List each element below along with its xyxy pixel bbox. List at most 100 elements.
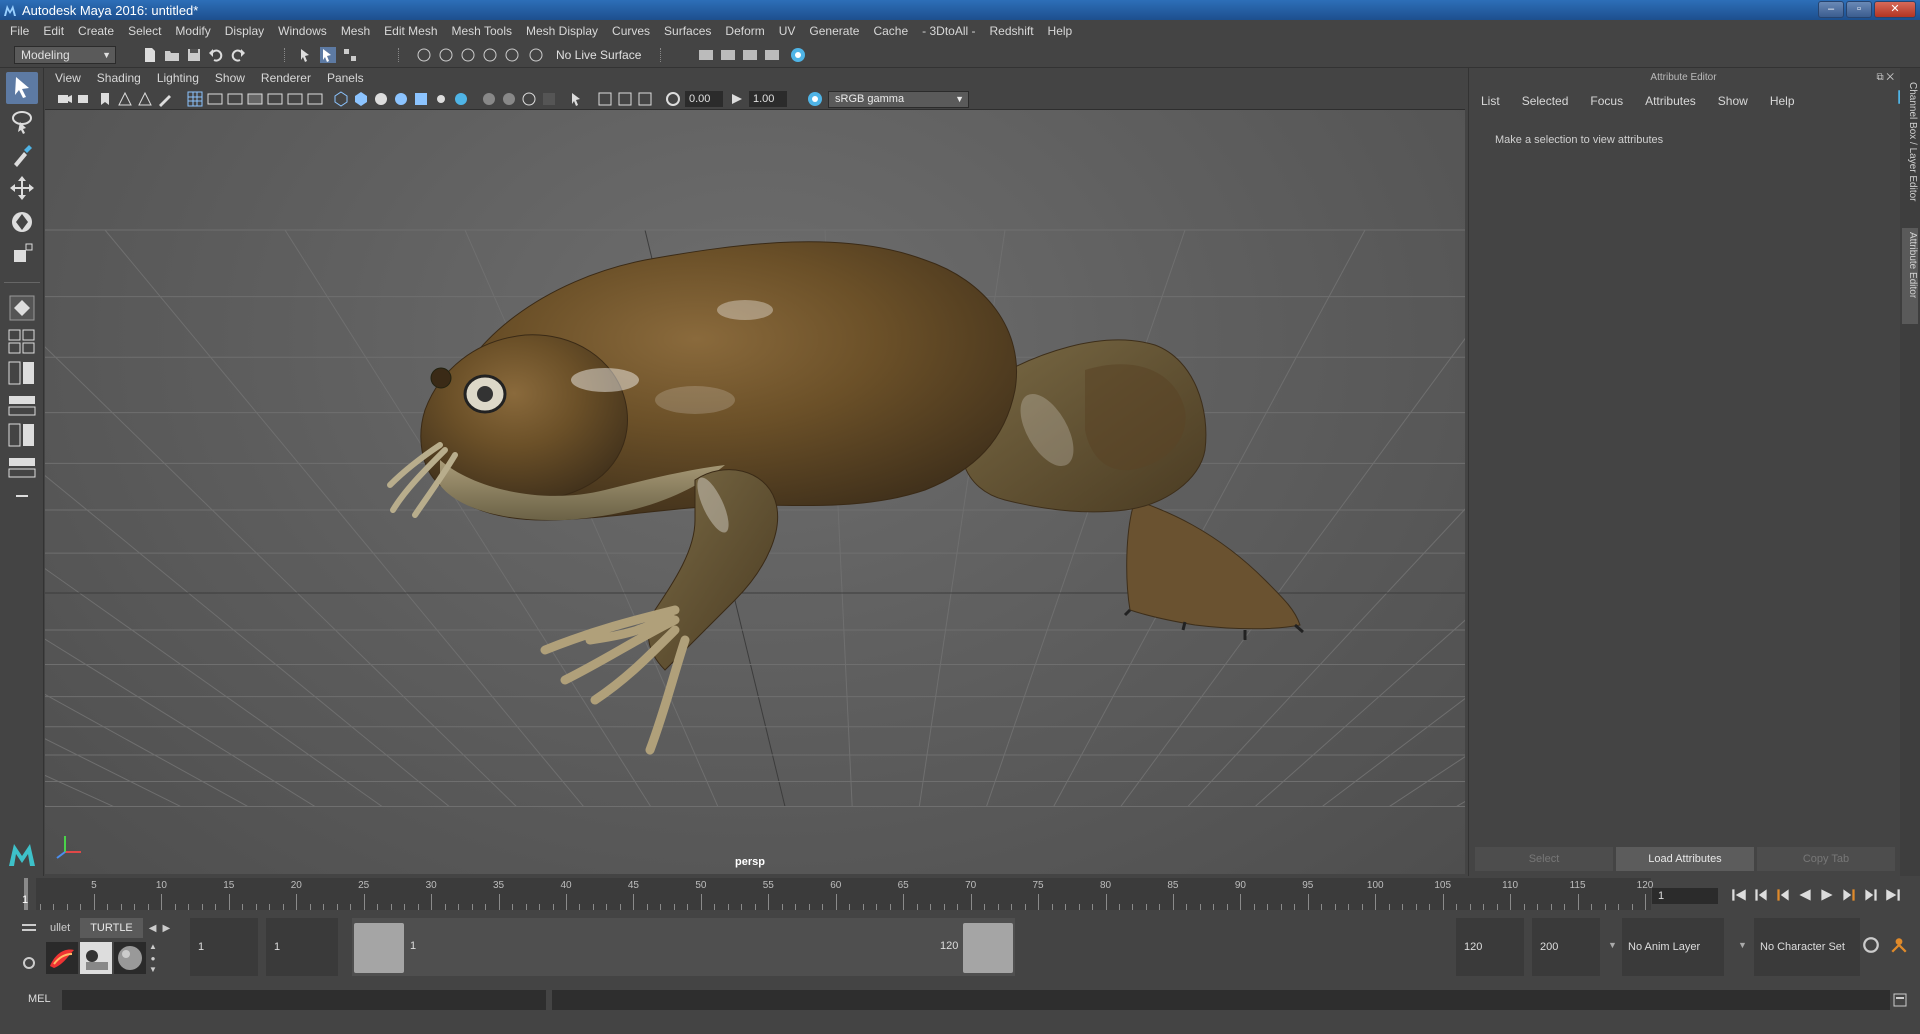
bookmark-icon[interactable] xyxy=(97,91,113,107)
snap-point-icon[interactable] xyxy=(460,47,476,63)
xray-joints-icon[interactable] xyxy=(617,91,633,107)
gate-mask-icon[interactable] xyxy=(247,91,263,107)
menu-generate[interactable]: Generate xyxy=(809,24,859,38)
ae-menu-selected[interactable]: Selected xyxy=(1522,94,1569,108)
rotate-tool-icon[interactable] xyxy=(6,206,38,238)
gamma-field[interactable]: 1.00 xyxy=(749,91,787,107)
animation-end-field[interactable]: 200 xyxy=(1532,918,1600,976)
open-scene-icon[interactable] xyxy=(164,47,180,63)
grease-pencil-icon[interactable] xyxy=(157,91,173,107)
ipr-render-icon[interactable] xyxy=(742,47,758,63)
menu-set-dropdown[interactable]: Modeling ▼ xyxy=(14,46,116,64)
panel-menu-panels[interactable]: Panels xyxy=(327,71,364,85)
range-end-handle[interactable] xyxy=(963,923,1013,973)
film-gate-icon[interactable] xyxy=(207,91,223,107)
menu-redshift[interactable]: Redshift xyxy=(990,24,1034,38)
menu-mesh-tools[interactable]: Mesh Tools xyxy=(452,24,512,38)
shelf-scroll-right-icon[interactable]: ▶ xyxy=(162,923,170,934)
image-plane-icon[interactable] xyxy=(117,91,133,107)
maximize-button[interactable]: ▫ xyxy=(1846,1,1872,18)
redo-icon[interactable] xyxy=(230,47,246,63)
use-all-lights-icon[interactable] xyxy=(433,91,449,107)
menu-curves[interactable]: Curves xyxy=(612,24,650,38)
playback-start-field[interactable]: 1 xyxy=(266,918,338,976)
menu-help[interactable]: Help xyxy=(1048,24,1073,38)
layout-outliner-icon[interactable] xyxy=(6,390,38,422)
command-input[interactable] xyxy=(62,990,546,1010)
character-set-dropdown[interactable]: No Character Set xyxy=(1754,918,1860,976)
new-scene-icon[interactable] xyxy=(142,47,158,63)
timeline-track[interactable]: 5 10 15 20 25 30 35 40 45 50 55 60 65 70 75 80 85 90 95 100… xyxy=(36,878,1653,910)
select-tool-icon[interactable] xyxy=(6,72,38,104)
menu-display[interactable]: Display xyxy=(225,24,264,38)
lasso-tool-icon[interactable] xyxy=(6,106,38,138)
select-by-hierarchy-icon[interactable] xyxy=(298,47,314,63)
camera-attributes-icon[interactable] xyxy=(77,91,93,107)
safe-action-icon[interactable] xyxy=(287,91,303,107)
menu-edit[interactable]: Edit xyxy=(43,24,64,38)
step-forward-frame-icon[interactable] xyxy=(1840,886,1858,904)
grid-toggle-icon[interactable] xyxy=(187,91,203,107)
time-slider[interactable]: 1 5 10 15 20 25 30 35 40 45 50 55 60 65 70 75 80 85 90 95 1… xyxy=(0,876,1920,912)
hypershade-icon[interactable] xyxy=(790,47,806,63)
textured-icon[interactable] xyxy=(413,91,429,107)
field-chart-icon[interactable] xyxy=(267,91,283,107)
animation-preferences-icon[interactable] xyxy=(1890,936,1908,954)
wireframe-icon[interactable] xyxy=(333,91,349,107)
menu-file[interactable]: File xyxy=(10,24,29,38)
paint-select-icon[interactable] xyxy=(6,140,38,172)
exposure-field[interactable]: 0.00 xyxy=(685,91,723,107)
layout-graph-icon[interactable] xyxy=(6,420,38,452)
screen-space-ao-icon[interactable] xyxy=(481,91,497,107)
move-tool-icon[interactable] xyxy=(6,172,38,204)
use-default-material-icon[interactable] xyxy=(373,91,389,107)
close-button[interactable]: ✕ xyxy=(1874,1,1916,18)
range-slider[interactable]: 1 120 xyxy=(352,918,1015,976)
menu-surfaces[interactable]: Surfaces xyxy=(664,24,711,38)
smooth-shade-icon[interactable] xyxy=(353,91,369,107)
menu-windows[interactable]: Windows xyxy=(278,24,327,38)
menu-mesh-display[interactable]: Mesh Display xyxy=(526,24,598,38)
shelf-down-icon[interactable]: ▼ xyxy=(149,965,157,974)
current-frame-field[interactable]: 1 xyxy=(1652,888,1718,904)
menu-select[interactable]: Select xyxy=(128,24,161,38)
shadows-icon[interactable] xyxy=(453,91,469,107)
ae-select-button[interactable]: Select xyxy=(1475,847,1613,871)
play-icon[interactable] xyxy=(1818,886,1836,904)
turtle-sphere-icon[interactable] xyxy=(114,942,146,974)
menu-mesh[interactable]: Mesh xyxy=(341,24,370,38)
tab-channel-box[interactable]: Channel Box / Layer Editor xyxy=(1902,82,1918,202)
wireframe-on-shaded-icon[interactable] xyxy=(393,91,409,107)
menu-modify[interactable]: Modify xyxy=(175,24,210,38)
render-view-icon[interactable] xyxy=(698,47,714,63)
tab-attribute-editor[interactable]: Attribute Editor xyxy=(1902,228,1918,324)
ae-copy-tab-button[interactable]: Copy Tab xyxy=(1757,847,1895,871)
go-to-end-icon[interactable] xyxy=(1884,886,1902,904)
layout-two-view-icon[interactable] xyxy=(6,358,38,390)
xray-components-icon[interactable] xyxy=(637,91,653,107)
panel-menu-lighting[interactable]: Lighting xyxy=(157,71,199,85)
animation-start-field[interactable]: 1 xyxy=(190,918,258,976)
panel-menu-show[interactable]: Show xyxy=(215,71,245,85)
panel-menu-view[interactable]: View xyxy=(55,71,81,85)
save-scene-icon[interactable] xyxy=(186,47,202,63)
shelf-up-icon[interactable]: ▲ xyxy=(149,942,157,951)
xray-icon[interactable] xyxy=(597,91,613,107)
render-settings-icon[interactable] xyxy=(764,47,780,63)
turtle-render-icon[interactable] xyxy=(46,942,78,974)
menu-uv[interactable]: UV xyxy=(779,24,796,38)
menu-create[interactable]: Create xyxy=(78,24,114,38)
safe-title-icon[interactable] xyxy=(307,91,323,107)
select-by-object-icon[interactable] xyxy=(320,47,336,63)
ae-menu-attributes[interactable]: Attributes xyxy=(1645,94,1696,108)
collapse-icon[interactable] xyxy=(6,480,38,512)
menu-deform[interactable]: Deform xyxy=(725,24,764,38)
ae-load-attributes-button[interactable]: Load Attributes xyxy=(1616,847,1754,871)
step-forward-key-icon[interactable] xyxy=(1862,886,1880,904)
undo-icon[interactable] xyxy=(208,47,224,63)
frog-model[interactable] xyxy=(387,241,1304,755)
shelf-menu-icon[interactable] xyxy=(22,922,36,934)
menu-edit-mesh[interactable]: Edit Mesh xyxy=(384,24,437,38)
scale-tool-icon[interactable] xyxy=(6,238,38,270)
color-management-icon[interactable] xyxy=(807,91,823,107)
